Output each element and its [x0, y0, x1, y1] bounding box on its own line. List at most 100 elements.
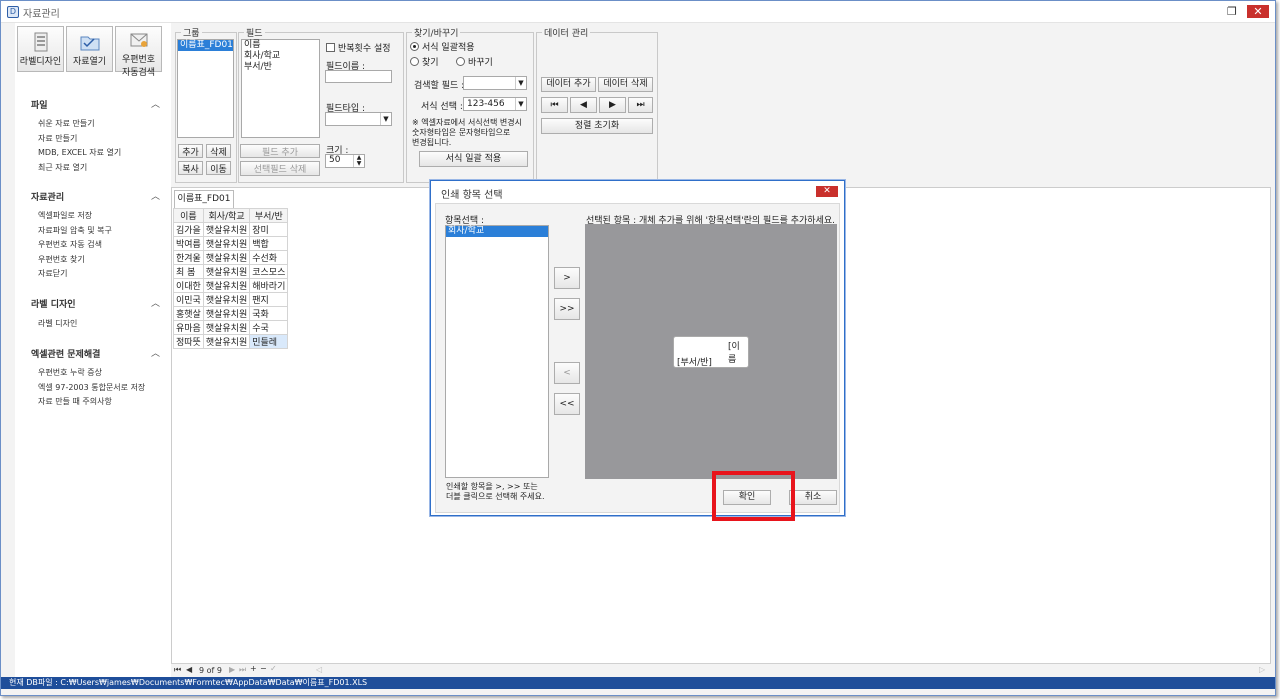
- add-data-button[interactable]: 데이터 추가: [541, 77, 596, 92]
- table-cell[interactable]: 해바라기: [249, 278, 289, 293]
- chevron-up-icon[interactable]: ︿: [151, 97, 160, 110]
- close-button[interactable]: ✕: [1247, 5, 1269, 18]
- confirm-icon[interactable]: ✓: [270, 664, 277, 673]
- section-data-title[interactable]: 자료관리: [31, 190, 64, 203]
- cancel-button[interactable]: 취소: [789, 490, 837, 505]
- postcode-search-button[interactable]: 우편번호 자동검색: [115, 26, 162, 78]
- dialog-close-button[interactable]: ✕: [816, 186, 838, 197]
- section-file-title[interactable]: 파일: [31, 98, 48, 111]
- table-row[interactable]: 최 봄 햇살유치원 코스모스: [173, 264, 289, 279]
- spin-icon[interactable]: ▲ ▼: [353, 155, 364, 167]
- sheet-tab[interactable]: 이름표_FD01: [174, 190, 234, 208]
- radio-find[interactable]: 찾기: [410, 55, 439, 68]
- list-item[interactable]: 회사/학교: [446, 226, 548, 237]
- label-preview[interactable]: [이름 [부서/반]: [673, 336, 749, 368]
- table-row[interactable]: 정따뜻 햇살유치원 민들레: [173, 334, 289, 349]
- reset-sort-button[interactable]: 정렬 초기화: [541, 118, 653, 134]
- table-cell[interactable]: 백합: [249, 236, 289, 251]
- preview-dept-field[interactable]: [부서/반]: [677, 355, 712, 368]
- sidebar-item-label-design[interactable]: 라벨 디자인: [38, 318, 77, 329]
- table-row[interactable]: 유마음 햇살유치원 수국: [173, 320, 289, 335]
- table-row[interactable]: 한겨울 햇살유치원 수선화: [173, 250, 289, 265]
- group-move-button[interactable]: 이동: [206, 161, 231, 175]
- group-item[interactable]: 이름표_FD01: [178, 40, 233, 51]
- field-list[interactable]: 이름 회사/학교 부서/반: [241, 39, 320, 138]
- field-item[interactable]: 회사/학교: [242, 51, 319, 62]
- item-select-list[interactable]: 회사/학교: [445, 225, 549, 478]
- next-record-button[interactable]: ▶: [599, 97, 626, 113]
- sidebar-item-open-mdb-excel[interactable]: MDB, EXCEL 자료 열기: [38, 147, 121, 158]
- sidebar-item-caution[interactable]: 자료 만들 때 주의사항: [38, 396, 112, 407]
- table-cell[interactable]: 햇살유치원: [202, 222, 251, 237]
- table-cell[interactable]: 햇살유치원: [202, 236, 251, 251]
- table-cell[interactable]: 한겨울: [173, 250, 204, 265]
- table-cell[interactable]: 햇살유치원: [202, 250, 251, 265]
- remove-all-items-button[interactable]: <<: [554, 393, 580, 415]
- sidebar-item-easy-create[interactable]: 쉬운 자료 만들기: [38, 118, 95, 129]
- group-delete-button[interactable]: 삭제: [206, 144, 231, 158]
- column-header[interactable]: 부서/반: [249, 208, 289, 223]
- apply-format-button[interactable]: 서식 일괄 적용: [419, 151, 528, 167]
- remove-record-icon[interactable]: −: [260, 664, 267, 673]
- table-cell[interactable]: 이민국: [173, 292, 204, 307]
- table-cell[interactable]: 최 봄: [173, 264, 204, 279]
- sidebar-item-find-postcode[interactable]: 우편번호 찾기: [38, 254, 85, 265]
- table-cell[interactable]: 김가을: [173, 222, 204, 237]
- table-row[interactable]: 이민국 햇살유치원 팬지: [173, 292, 289, 307]
- sidebar-item-recent[interactable]: 최근 자료 열기: [38, 162, 87, 173]
- table-cell[interactable]: 홍햇살: [173, 306, 204, 321]
- repeat-checkbox[interactable]: 반복횟수 설정: [326, 41, 391, 54]
- table-cell[interactable]: 국화: [249, 306, 289, 321]
- next-page-icon[interactable]: ▶: [229, 665, 235, 674]
- delete-data-button[interactable]: 데이터 삭제: [598, 77, 653, 92]
- first-record-button[interactable]: ⏮: [541, 97, 568, 113]
- add-item-button[interactable]: >: [554, 267, 580, 289]
- table-cell[interactable]: 수선화: [249, 250, 289, 265]
- scroll-left-icon[interactable]: ◁: [316, 665, 322, 674]
- section-excel-title[interactable]: 엑셀관련 문제해결: [31, 347, 100, 360]
- table-cell[interactable]: 유마음: [173, 320, 204, 335]
- section-label-title[interactable]: 라벨 디자인: [31, 297, 76, 310]
- delete-field-button[interactable]: 선택필드 삭제: [240, 161, 320, 176]
- sidebar-item-save-excel[interactable]: 엑셀파일로 저장: [38, 210, 92, 221]
- table-cell[interactable]: 햇살유치원: [202, 320, 251, 335]
- field-item[interactable]: 이름: [242, 40, 319, 51]
- group-copy-button[interactable]: 복사: [178, 161, 203, 175]
- search-field-select[interactable]: ▼: [463, 76, 527, 90]
- table-cell[interactable]: 햇살유치원: [202, 264, 251, 279]
- preview-name-field[interactable]: [이름: [728, 339, 748, 365]
- add-field-button[interactable]: 필드 추가: [240, 144, 320, 158]
- sidebar-item-postcode-missing[interactable]: 우편번호 누락 증상: [38, 367, 102, 378]
- radio-replace[interactable]: 바꾸기: [456, 55, 493, 68]
- table-cell[interactable]: 팬지: [249, 292, 289, 307]
- table-row[interactable]: 김가을 햇살유치원 장미: [173, 222, 289, 237]
- column-header[interactable]: 이름: [173, 208, 204, 223]
- format-select[interactable]: 123-456 ▼: [463, 97, 527, 111]
- sidebar-item-close-data[interactable]: 자료닫기: [38, 268, 67, 279]
- sidebar-item-compress[interactable]: 자료파일 압축 및 복구: [38, 225, 112, 236]
- table-cell[interactable]: 햇살유치원: [202, 292, 251, 307]
- sidebar-item-auto-postcode[interactable]: 우편번호 자동 검색: [38, 239, 102, 250]
- group-list[interactable]: 이름표_FD01: [177, 39, 234, 138]
- selected-items-canvas[interactable]: [이름 [부서/반]: [585, 224, 837, 479]
- table-cell[interactable]: 민들레: [249, 334, 289, 349]
- field-item[interactable]: 부서/반: [242, 62, 319, 73]
- last-record-button[interactable]: ⏭: [628, 97, 653, 113]
- table-cell[interactable]: 박여름: [173, 236, 204, 251]
- table-row[interactable]: 박여름 햇살유치원 백합: [173, 236, 289, 251]
- prev-page-icon[interactable]: ◀: [186, 665, 192, 674]
- chevron-up-icon[interactable]: ︿: [151, 296, 160, 309]
- table-row[interactable]: 이대한 햇살유치원 해바라기: [173, 278, 289, 293]
- table-cell[interactable]: 햇살유치원: [202, 334, 251, 349]
- table-cell[interactable]: 코스모스: [249, 264, 289, 279]
- size-stepper[interactable]: 50 ▲ ▼: [325, 154, 365, 168]
- last-page-icon[interactable]: ⏭: [239, 665, 246, 675]
- radio-batch[interactable]: 서식 일괄적용: [410, 40, 475, 53]
- field-name-input[interactable]: [325, 70, 392, 83]
- table-row[interactable]: 홍햇살 햇살유치원 국화: [173, 306, 289, 321]
- group-add-button[interactable]: 추가: [178, 144, 203, 158]
- first-page-icon[interactable]: ⏮: [174, 665, 181, 675]
- table-cell[interactable]: 수국: [249, 320, 289, 335]
- sidebar-item-save-97[interactable]: 엑셀 97-2003 통합문서로 저장: [38, 382, 145, 393]
- label-design-button[interactable]: 라벨디자인: [17, 26, 64, 72]
